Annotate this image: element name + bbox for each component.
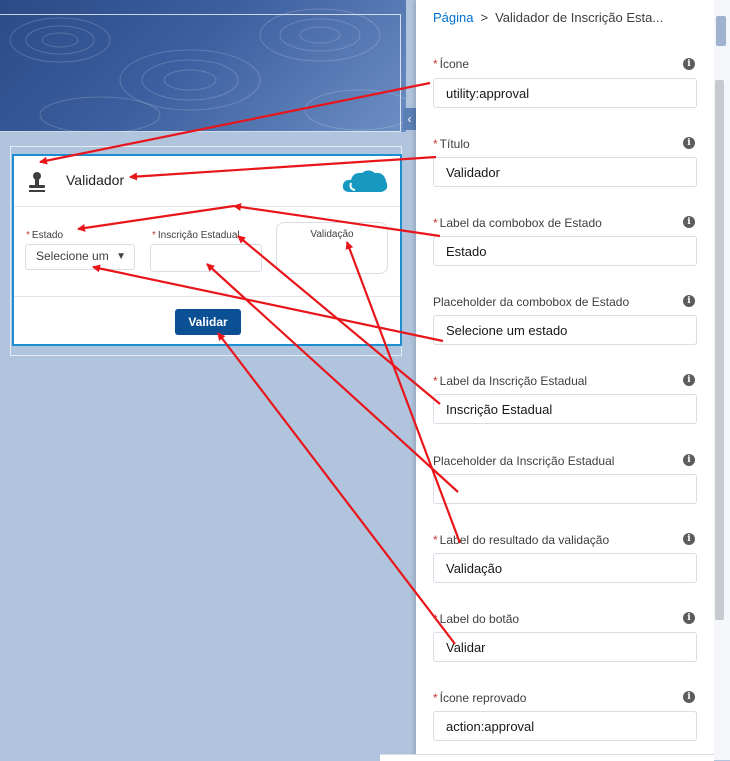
required-mark: * <box>433 216 438 230</box>
property-input-inscricao-placeholder[interactable] <box>433 474 697 504</box>
estado-placeholder: Selecione um <box>36 249 109 263</box>
property-input-inscricao-estadual[interactable]: Inscrição Estadual <box>433 394 697 424</box>
info-icon[interactable]: i <box>683 58 695 70</box>
approval-stamp-icon <box>29 172 45 192</box>
property-label-text: Label da combobox de Estado <box>439 216 602 230</box>
property-input-botao[interactable]: Validar <box>433 632 697 662</box>
required-mark: * <box>152 230 156 241</box>
required-mark: * <box>433 533 438 547</box>
required-mark: * <box>433 137 438 151</box>
info-icon[interactable]: i <box>683 454 695 466</box>
breadcrumb-root-link[interactable]: Página <box>433 10 473 25</box>
inscricao-estadual-label: * Inscrição Estadual <box>152 230 240 241</box>
hero-selection-frame <box>0 14 401 132</box>
property-label-botao: * Label do botão <box>433 612 519 626</box>
info-icon[interactable]: i <box>683 533 695 545</box>
info-icon[interactable]: i <box>683 374 695 386</box>
property-label-text: Título <box>439 137 470 151</box>
property-label-resultado: * Label do resultado da validação <box>433 533 609 547</box>
card-footer-divider <box>14 296 400 297</box>
required-mark: * <box>433 612 438 626</box>
property-input-icone[interactable]: utility:approval <box>433 78 697 108</box>
estado-label-text: Estado <box>31 230 64 241</box>
property-label-text: Ícone <box>439 57 470 71</box>
property-label-text: Label do resultado da validação <box>439 533 610 547</box>
property-input-estado-placeholder[interactable]: Selecione um estado <box>433 315 697 345</box>
estado-label: * Estado <box>26 230 63 241</box>
info-icon[interactable]: i <box>683 216 695 228</box>
required-mark: * <box>433 57 438 71</box>
validation-result-label: Validação <box>310 229 354 240</box>
property-label-inscricao-placeholder: Placeholder da Inscrição Estadual <box>433 454 615 468</box>
property-label-inscricao-estadual: * Label da Inscrição Estadual <box>433 374 587 388</box>
info-icon[interactable]: i <box>683 137 695 149</box>
inscricao-estadual-input[interactable] <box>150 244 262 272</box>
validar-button[interactable]: Validar <box>175 309 241 335</box>
card-title: Validador <box>66 172 125 188</box>
breadcrumb: Página > Validador de Inscrição Esta... <box>433 10 663 25</box>
collapse-panel-icon[interactable]: ‹ <box>403 108 416 130</box>
required-mark: * <box>433 374 438 388</box>
scrollbar-top-handle[interactable] <box>716 16 726 46</box>
property-input-estado-combobox[interactable]: Estado <box>433 236 697 266</box>
property-panel: Página > Validador de Inscrição Esta... * Í… <box>416 0 714 760</box>
breadcrumb-current: Validador de Inscrição Esta... <box>495 10 664 25</box>
required-mark: * <box>26 230 30 241</box>
info-icon[interactable]: i <box>683 691 695 703</box>
property-input-titulo[interactable]: Validador <box>433 157 697 187</box>
inscricao-estadual-label-text: Inscrição Estadual <box>157 230 240 241</box>
info-icon[interactable]: i <box>683 612 695 624</box>
page-canvas: ‹ Validador * Estado Selecione um ▼ * Insc… <box>0 0 416 760</box>
salesforce-cloud-icon <box>342 170 388 192</box>
property-label-estado-combobox: * Label da combobox de Estado <box>433 216 602 230</box>
card-divider <box>14 206 400 207</box>
property-label-icone: * Ícone <box>433 57 469 71</box>
scrollbar-thumb[interactable] <box>715 80 724 620</box>
property-label-titulo: * Título <box>433 137 470 151</box>
validator-card[interactable]: Validador * Estado Selecione um ▼ * Inscri… <box>12 154 402 346</box>
property-label-estado-placeholder: Placeholder da combobox de Estado <box>433 295 630 309</box>
property-input-icone-reprovado[interactable]: action:approval <box>433 711 697 741</box>
estado-combobox[interactable]: Selecione um ▼ <box>25 244 135 270</box>
card-header: Validador <box>14 156 400 206</box>
validation-result-box: Validação <box>276 222 388 274</box>
property-label-text: Label do botão <box>439 612 520 626</box>
property-label-text: Label da Inscrição Estadual <box>439 374 588 388</box>
info-icon[interactable]: i <box>683 295 695 307</box>
required-mark: * <box>433 691 438 705</box>
property-label-text: Ícone reprovado <box>439 691 527 705</box>
chevron-down-icon: ▼ <box>116 251 126 262</box>
breadcrumb-separator: > <box>480 10 489 25</box>
property-label-icone-reprovado: * Ícone reprovado <box>433 691 526 705</box>
property-input-resultado[interactable]: Validação <box>433 553 697 583</box>
